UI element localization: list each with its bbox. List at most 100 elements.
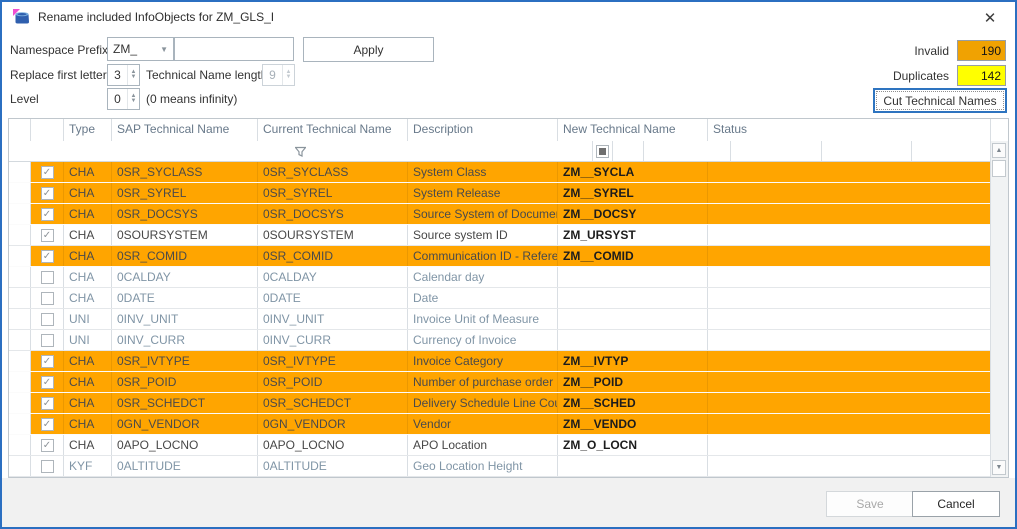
cell-new-technical-name[interactable]: ZM__DOCSY — [558, 204, 708, 224]
select-all-checkbox[interactable] — [596, 145, 609, 158]
cell-type[interactable]: CHA — [64, 288, 112, 308]
row-checkbox[interactable] — [41, 334, 54, 347]
cell-current-technical-name[interactable]: 0ALTITUDE — [258, 456, 408, 476]
cell-sap-technical-name[interactable]: 0SR_POID — [112, 372, 258, 392]
table-row[interactable]: ✓ CHA 0SR_DOCSYS 0SR_DOCSYS Source Syste… — [9, 204, 1008, 225]
row-checkbox[interactable] — [41, 292, 54, 305]
scroll-down-icon[interactable]: ▼ — [992, 460, 1006, 475]
cell-new-technical-name[interactable]: ZM__POID — [558, 372, 708, 392]
cell-status[interactable] — [708, 204, 1008, 224]
cell-sap-technical-name[interactable]: 0SOURSYSTEM — [112, 225, 258, 245]
row-checkbox[interactable] — [41, 271, 54, 284]
cell-description[interactable]: System Class — [408, 162, 558, 182]
cell-new-technical-name[interactable]: ZM_O_LOCN — [558, 435, 708, 455]
table-row[interactable]: CHA 0CALDAY 0CALDAY Calendar day — [9, 267, 1008, 288]
cell-description[interactable]: APO Location — [408, 435, 558, 455]
column-header-indicator[interactable] — [9, 119, 31, 141]
cell-current-technical-name[interactable]: 0SR_COMID — [258, 246, 408, 266]
table-row[interactable]: ✓ CHA 0SR_SYREL 0SR_SYREL System Release… — [9, 183, 1008, 204]
cell-status[interactable] — [708, 162, 1008, 182]
row-select-cell[interactable]: ✓ — [31, 204, 64, 224]
cell-sap-technical-name[interactable]: 0SR_COMID — [112, 246, 258, 266]
cell-sap-technical-name[interactable]: 0ALTITUDE — [112, 456, 258, 476]
table-row[interactable]: KYF 0ALTITUDE 0ALTITUDE Geo Location Hei… — [9, 456, 1008, 477]
table-row[interactable]: ✓ CHA 0GN_VENDOR 0GN_VENDOR Vendor ZM__V… — [9, 414, 1008, 435]
vertical-scrollbar[interactable]: ▲ ▼ — [990, 141, 1008, 477]
cell-status[interactable] — [708, 456, 1008, 476]
row-select-cell[interactable]: ✓ — [31, 246, 64, 266]
cell-current-technical-name[interactable]: 0GN_VENDOR — [258, 414, 408, 434]
cell-type[interactable]: CHA — [64, 162, 112, 182]
row-select-cell[interactable]: ✓ — [31, 393, 64, 413]
cell-current-technical-name[interactable]: 0INV_UNIT — [258, 309, 408, 329]
table-row[interactable]: UNI 0INV_CURR 0INV_CURR Currency of Invo… — [9, 330, 1008, 351]
save-button[interactable]: Save — [826, 491, 914, 517]
cell-current-technical-name[interactable]: 0SR_IVTYPE — [258, 351, 408, 371]
cell-description[interactable]: Number of purchase order — [408, 372, 558, 392]
filter-description-cell[interactable] — [822, 141, 912, 161]
cell-description[interactable]: System Release — [408, 183, 558, 203]
replace-first-letters-stepper[interactable]: 3 ▲▼ — [107, 64, 140, 86]
row-checkbox[interactable] — [41, 313, 54, 326]
table-row[interactable]: UNI 0INV_UNIT 0INV_UNIT Invoice Unit of … — [9, 309, 1008, 330]
filter-type-cell[interactable] — [613, 141, 644, 161]
cell-description[interactable]: Currency of Invoice — [408, 330, 558, 350]
cell-new-technical-name[interactable] — [558, 309, 708, 329]
cell-current-technical-name[interactable]: 0INV_CURR — [258, 330, 408, 350]
cell-status[interactable] — [708, 393, 1008, 413]
cell-type[interactable]: CHA — [64, 435, 112, 455]
row-select-cell[interactable]: ✓ — [31, 225, 64, 245]
row-select-cell[interactable]: ✓ — [31, 162, 64, 182]
cell-description[interactable]: Vendor — [408, 414, 558, 434]
chevron-down-icon[interactable]: ▼ — [160, 45, 173, 54]
cell-current-technical-name[interactable]: 0SR_SYCLASS — [258, 162, 408, 182]
column-header-new_name[interactable]: New Technical Name — [558, 119, 708, 141]
scrollbar-thumb[interactable] — [992, 160, 1006, 177]
cell-sap-technical-name[interactable]: 0APO_LOCNO — [112, 435, 258, 455]
cell-description[interactable]: Date — [408, 288, 558, 308]
row-select-cell[interactable]: ✓ — [31, 435, 64, 455]
row-checkbox[interactable]: ✓ — [41, 250, 54, 263]
cell-type[interactable]: CHA — [64, 393, 112, 413]
table-row[interactable]: ✓ CHA 0SR_COMID 0SR_COMID Communication … — [9, 246, 1008, 267]
cell-new-technical-name[interactable]: ZM__IVTYP — [558, 351, 708, 371]
column-header-check[interactable] — [31, 119, 64, 141]
row-checkbox[interactable]: ✓ — [41, 439, 54, 452]
cell-sap-technical-name[interactable]: 0DATE — [112, 288, 258, 308]
column-header-sap_name[interactable]: SAP Technical Name — [112, 119, 258, 141]
cancel-button[interactable]: Cancel — [912, 491, 1000, 517]
column-header-current_name[interactable]: Current Technical Name — [258, 119, 408, 141]
row-checkbox[interactable]: ✓ — [41, 187, 54, 200]
row-select-cell[interactable] — [31, 267, 64, 287]
cell-current-technical-name[interactable]: 0DATE — [258, 288, 408, 308]
cell-sap-technical-name[interactable]: 0SR_DOCSYS — [112, 204, 258, 224]
column-header-type[interactable]: Type — [64, 119, 112, 141]
cell-type[interactable]: UNI — [64, 330, 112, 350]
cell-status[interactable] — [708, 309, 1008, 329]
cell-type[interactable]: KYF — [64, 456, 112, 476]
row-checkbox[interactable] — [41, 460, 54, 473]
row-select-cell[interactable]: ✓ — [31, 414, 64, 434]
table-row[interactable]: ✓ CHA 0SR_SCHEDCT 0SR_SCHEDCT Delivery S… — [9, 393, 1008, 414]
apply-button[interactable]: Apply — [303, 37, 434, 62]
cell-new-technical-name[interactable]: ZM__SCHED — [558, 393, 708, 413]
cell-status[interactable] — [708, 330, 1008, 350]
row-checkbox[interactable]: ✓ — [41, 376, 54, 389]
cell-description[interactable]: Invoice Unit of Measure — [408, 309, 558, 329]
cell-sap-technical-name[interactable]: 0SR_SYREL — [112, 183, 258, 203]
cell-new-technical-name[interactable]: ZM__COMID — [558, 246, 708, 266]
cell-new-technical-name[interactable] — [558, 456, 708, 476]
row-checkbox[interactable]: ✓ — [41, 166, 54, 179]
cell-new-technical-name[interactable]: ZM_URSYST — [558, 225, 708, 245]
cell-sap-technical-name[interactable]: 0SR_SYCLASS — [112, 162, 258, 182]
cell-description[interactable]: Invoice Category — [408, 351, 558, 371]
level-stepper[interactable]: 0 ▲▼ — [107, 88, 140, 110]
cell-type[interactable]: CHA — [64, 225, 112, 245]
row-checkbox[interactable]: ✓ — [41, 397, 54, 410]
select-all-cell[interactable] — [593, 141, 613, 161]
cell-status[interactable] — [708, 351, 1008, 371]
cell-type[interactable]: CHA — [64, 351, 112, 371]
table-row[interactable]: ✓ CHA 0SR_IVTYPE 0SR_IVTYPE Invoice Cate… — [9, 351, 1008, 372]
cell-sap-technical-name[interactable]: 0CALDAY — [112, 267, 258, 287]
cell-type[interactable]: CHA — [64, 204, 112, 224]
